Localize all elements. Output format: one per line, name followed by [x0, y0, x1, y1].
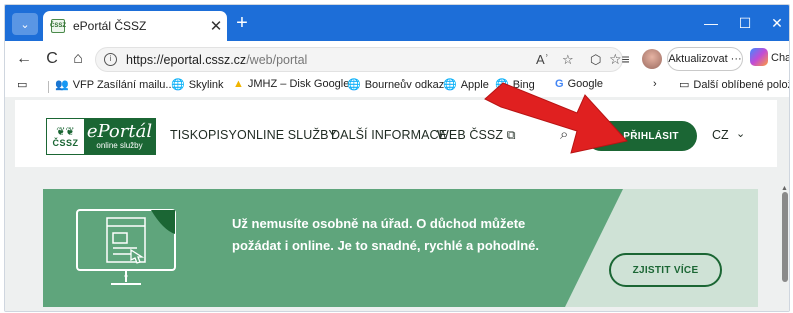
banner-text: Už nemusíte osobně na úřad. O důchod můž… [232, 216, 539, 253]
chevron-down-icon[interactable]: ⌄ [736, 127, 745, 140]
favorite-star-icon[interactable]: ☆ [562, 52, 574, 68]
lock-icon[interactable]: i [104, 53, 117, 66]
nav-online-sluzby[interactable]: ONLINE SLUŽBY [237, 128, 337, 142]
folder-icon: ▭ [679, 79, 690, 91]
red-arrow-annotation [484, 82, 628, 154]
logo-subtitle: online služby [96, 140, 143, 150]
globe-icon: 🌐 [443, 79, 457, 91]
copilot-icon[interactable] [750, 48, 768, 66]
learn-more-button[interactable]: ZJISTIT VÍCE [609, 253, 722, 287]
browser-essentials-icon[interactable]: ⬡ [590, 52, 601, 68]
new-tab-button[interactable]: + [231, 13, 253, 34]
profile-avatar[interactable] [642, 49, 662, 69]
minimize-button[interactable]: — [701, 15, 721, 31]
favorite-item[interactable]: 👥 VFP Zasílání mailu... [55, 78, 175, 92]
page-scrollbar[interactable] [782, 192, 788, 310]
update-button[interactable]: Aktualizovat ··· [667, 47, 743, 71]
tab-actions-menu[interactable]: ⌄ [12, 13, 38, 35]
chevron-down-icon: ⌄ [20, 18, 30, 31]
favorites-overflow-chevron[interactable]: › [653, 78, 657, 90]
people-icon: 👥 [55, 79, 69, 91]
nav-tiskopisy[interactable]: TISKOPISY [170, 128, 237, 142]
language-selector[interactable]: CZ [712, 128, 729, 142]
logo-org: ČSSZ [52, 137, 79, 148]
collections-icon[interactable]: ▭ [17, 78, 27, 91]
title-bar: ⌄ ČSSZ ePortál ČSSZ ✕ + — ☐ ✕ [5, 5, 789, 41]
favorite-item[interactable]: 🌐 Skylink [171, 78, 224, 92]
close-tab-icon[interactable]: ✕ [205, 17, 227, 35]
leaf-icon: ❦❦ [56, 125, 75, 138]
logo-title: ePortál [86, 120, 153, 142]
favorite-item[interactable]: ▲ JMHZ – Disk Google [233, 78, 349, 90]
read-aloud-icon[interactable]: Aʾ [536, 52, 549, 67]
site-header: ❦❦ ČSSZ ePortál online služby TISKOPISY … [15, 100, 777, 167]
favorite-item[interactable]: 🌐 Bourneův odkaz [347, 78, 444, 92]
globe-icon: 🌐 [347, 79, 361, 91]
favorites-icon[interactable]: ☆≡ [609, 51, 630, 68]
reload-button[interactable]: C [41, 50, 63, 70]
back-button[interactable]: ← [13, 50, 35, 70]
favicon-icon: ČSSZ [50, 19, 66, 33]
close-window-button[interactable]: ✕ [767, 15, 787, 32]
globe-icon: 🌐 [171, 79, 185, 91]
drive-icon: ▲ [233, 78, 244, 90]
scrollbar-thumb[interactable] [782, 192, 788, 282]
browser-window: ⌄ ČSSZ ePortál ČSSZ ✕ + — ☐ ✕ ← C ⌂ i ht… [4, 4, 790, 312]
url-text: https://eportal.cssz.cz/web/portal [126, 53, 308, 67]
tab-title: ePortál ČSSZ [73, 19, 147, 33]
home-button[interactable]: ⌂ [67, 50, 89, 70]
address-toolbar: ← C ⌂ i https://eportal.cssz.cz/web/port… [5, 41, 789, 77]
nav-dalsi-informace[interactable]: DALŠÍ INFORMACE [331, 128, 447, 142]
web-page: ❦❦ ČSSZ ePortál online služby TISKOPISY … [5, 97, 789, 311]
eportal-logo[interactable]: ❦❦ ČSSZ ePortál online služby [46, 118, 156, 155]
computer-illustration-icon [76, 209, 176, 285]
more-icon: ··· [730, 53, 742, 65]
promo-banner: Už nemusíte osobně na úřad. O důchod můž… [43, 189, 758, 307]
address-bar-input[interactable]: i https://eportal.cssz.cz/web/portal Aʾ … [95, 47, 623, 72]
favorites-bar: ▭ 👥 VFP Zasílání mailu... 🌐 Skylink ▲ JMHZ … [5, 77, 789, 97]
scroll-up-arrow[interactable]: ▲ [781, 185, 788, 192]
favorites-divider [48, 81, 49, 93]
other-favorites[interactable]: ▭Další oblíbené položky [679, 78, 789, 92]
chat-label[interactable]: Chat [771, 52, 789, 64]
browser-tab[interactable]: ČSSZ ePortál ČSSZ ✕ [43, 11, 227, 41]
maximize-button[interactable]: ☐ [735, 15, 755, 32]
